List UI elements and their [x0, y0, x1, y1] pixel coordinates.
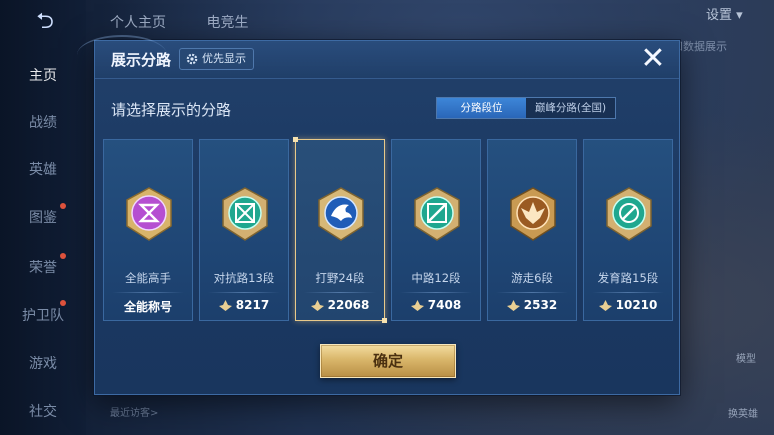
nav-item-social[interactable]: 社交: [0, 401, 86, 421]
change-hero-label[interactable]: 换英雄: [728, 405, 758, 420]
card-stat: 7408: [392, 298, 480, 312]
divider: [400, 292, 472, 293]
back-arrow-icon[interactable]: ⮌: [22, 8, 68, 36]
route-card-roam[interactable]: 游走6段 2532: [487, 139, 577, 321]
rank-label: 全能高手: [125, 271, 171, 285]
peak-points-icon: [598, 299, 612, 311]
rank-label: 游走6段: [511, 271, 553, 285]
peak-points-icon: [506, 299, 520, 311]
divider: [112, 292, 184, 293]
peak-points-icon: [410, 299, 424, 311]
confirm-button[interactable]: 确定: [320, 344, 456, 378]
nav-item-heroes[interactable]: 英雄: [0, 159, 86, 179]
selection-corner: [293, 137, 298, 142]
green-cross-emblem-icon: [222, 187, 268, 241]
tab-esports[interactable]: 电竞生: [206, 15, 248, 31]
purple-knot-emblem-icon: [126, 187, 172, 241]
card-stat: 全能称号: [104, 298, 192, 315]
stat-value: 8217: [235, 298, 270, 312]
rank-label: 中路12段: [411, 271, 461, 285]
gold-wing-emblem-icon: [510, 187, 556, 241]
rank-label: 对抗路13段: [213, 271, 275, 285]
stat-value: 10210: [615, 298, 658, 312]
route-type-toggle: 分路段位 巅峰分路(全国): [436, 97, 616, 119]
chevron-down-icon: ▾: [736, 8, 743, 23]
top-tabs: 个人主页 电竞生: [110, 12, 284, 32]
recent-visitors[interactable]: 最近访客>: [110, 404, 158, 419]
route-display-dialog: 展示分路 优先显示 ✕ 请选择展示的分路 分路段位 巅峰分路(全国) 全能高手 …: [77, 35, 680, 395]
stat-value: 22068: [327, 298, 370, 312]
card-stat: 10210: [584, 298, 672, 312]
stat-value: 2532: [523, 298, 558, 312]
left-nav: ⮌ 主页 战绩 英雄 图鉴 荣誉 护卫队 游戏 社交: [0, 0, 86, 435]
peak-points-icon: [310, 299, 324, 311]
dialog-title: 展示分路: [111, 51, 172, 69]
peak-points-icon: [218, 299, 232, 311]
route-cards: 全能高手 全能称号 对抗路13段 8217 打野24段 22068 中路12段 …: [103, 137, 673, 323]
route-card-clash-lane[interactable]: 对抗路13段 8217: [199, 139, 289, 321]
nav-item-honor[interactable]: 荣誉: [0, 257, 86, 277]
priority-label: 优先显示: [202, 52, 246, 65]
card-stat: 8217: [200, 298, 288, 312]
tab-route-rank[interactable]: 分路段位: [437, 98, 526, 118]
priority-display-button[interactable]: 优先显示: [179, 48, 254, 70]
nav-item-codex[interactable]: 图鉴: [0, 207, 86, 227]
route-card-jungle[interactable]: 打野24段 22068: [293, 137, 387, 323]
notification-dot: [60, 203, 66, 209]
select-prompt: 请选择展示的分路: [111, 101, 232, 119]
right-hint: 和数据展示: [672, 40, 727, 53]
nav-item-guard-team[interactable]: 护卫队: [0, 305, 86, 325]
card-stat: 2532: [488, 298, 576, 312]
blue-dragon-emblem-icon: [318, 187, 364, 241]
divider: [208, 292, 280, 293]
settings-button[interactable]: 设置 ▾: [692, 4, 772, 28]
green-slash-emblem-icon: [414, 187, 460, 241]
notification-dot: [60, 253, 66, 259]
divider: [496, 292, 568, 293]
route-card-mid-lane[interactable]: 中路12段 7408: [391, 139, 481, 321]
stat-value: 7408: [427, 298, 462, 312]
rank-label: 打野24段: [315, 271, 365, 285]
route-card-farm-lane[interactable]: 发育路15段 10210: [583, 139, 673, 321]
tab-peak-route-national[interactable]: 巅峰分路(全国): [526, 98, 615, 118]
model-label[interactable]: 模型: [736, 350, 756, 365]
stat-value: 全能称号: [123, 300, 172, 314]
card-stat: 22068: [296, 298, 384, 312]
route-card-all-round[interactable]: 全能高手 全能称号: [103, 139, 193, 321]
tab-profile[interactable]: 个人主页: [110, 15, 166, 31]
close-icon[interactable]: ✕: [638, 44, 668, 75]
divider: [304, 292, 376, 293]
gear-icon: [186, 53, 198, 65]
nav-item-home[interactable]: 主页: [0, 65, 86, 85]
nav-item-record[interactable]: 战绩: [0, 112, 86, 132]
nav-item-games[interactable]: 游戏: [0, 353, 86, 373]
divider: [592, 292, 664, 293]
rank-label: 发育路15段: [597, 271, 659, 285]
settings-label: 设置: [706, 8, 733, 23]
selection-corner: [382, 318, 387, 323]
notification-dot: [60, 300, 66, 306]
green-target-emblem-icon: [606, 187, 652, 241]
